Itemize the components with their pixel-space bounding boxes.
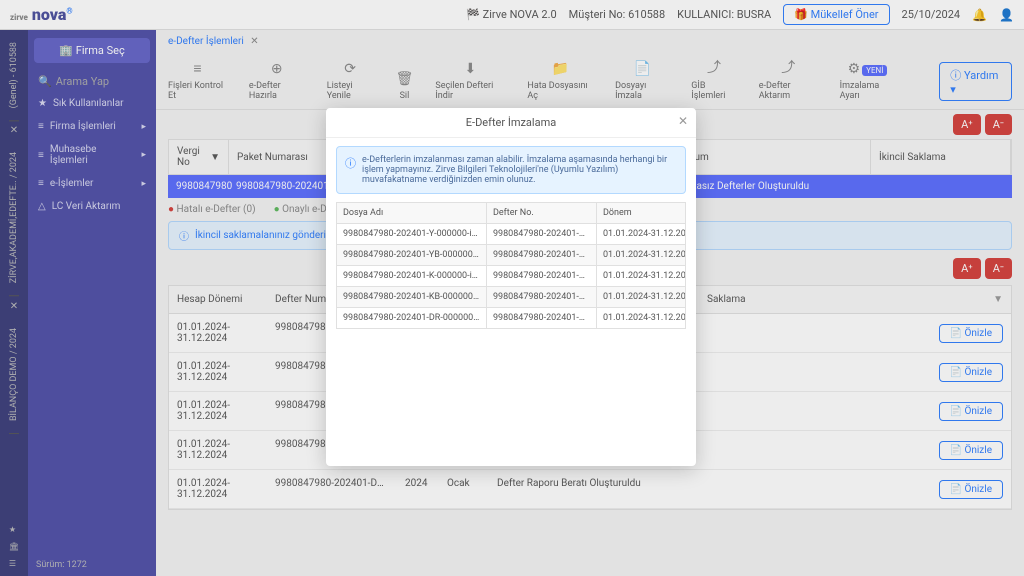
- table-row[interactable]: 9980847980-202401-YB-000000-imzasiz...99…: [336, 245, 686, 266]
- modal-table: Dosya Adı Defter No. Dönem 9980847980-20…: [336, 202, 686, 329]
- modal-title: E-Defter İmzalama: [466, 116, 556, 129]
- modal-close-icon[interactable]: ✕: [678, 114, 688, 128]
- modal-header: E-Defter İmzalama ✕: [326, 108, 696, 138]
- modal-info: ⓘ e-Defterlerin imzalanması zaman alabil…: [336, 146, 686, 194]
- th-defter-no[interactable]: Defter No.: [487, 203, 597, 223]
- th-donem[interactable]: Dönem: [597, 203, 685, 223]
- table-row[interactable]: 9980847980-202401-K-000000-imzasiz.xml99…: [336, 266, 686, 287]
- modal-imzalama: E-Defter İmzalama ✕ ⓘ e-Defterlerin imza…: [326, 108, 696, 466]
- info-icon: ⓘ: [345, 155, 356, 185]
- table-row[interactable]: 9980847980-202401-DR-000000-imzasiz.x...…: [336, 308, 686, 329]
- table-row[interactable]: 9980847980-202401-KB-000000-imzasiz.x...…: [336, 287, 686, 308]
- th-dosya-adi[interactable]: Dosya Adı: [337, 203, 487, 223]
- table-row[interactable]: 9980847980-202401-Y-000000-imzasiz.xml99…: [336, 224, 686, 245]
